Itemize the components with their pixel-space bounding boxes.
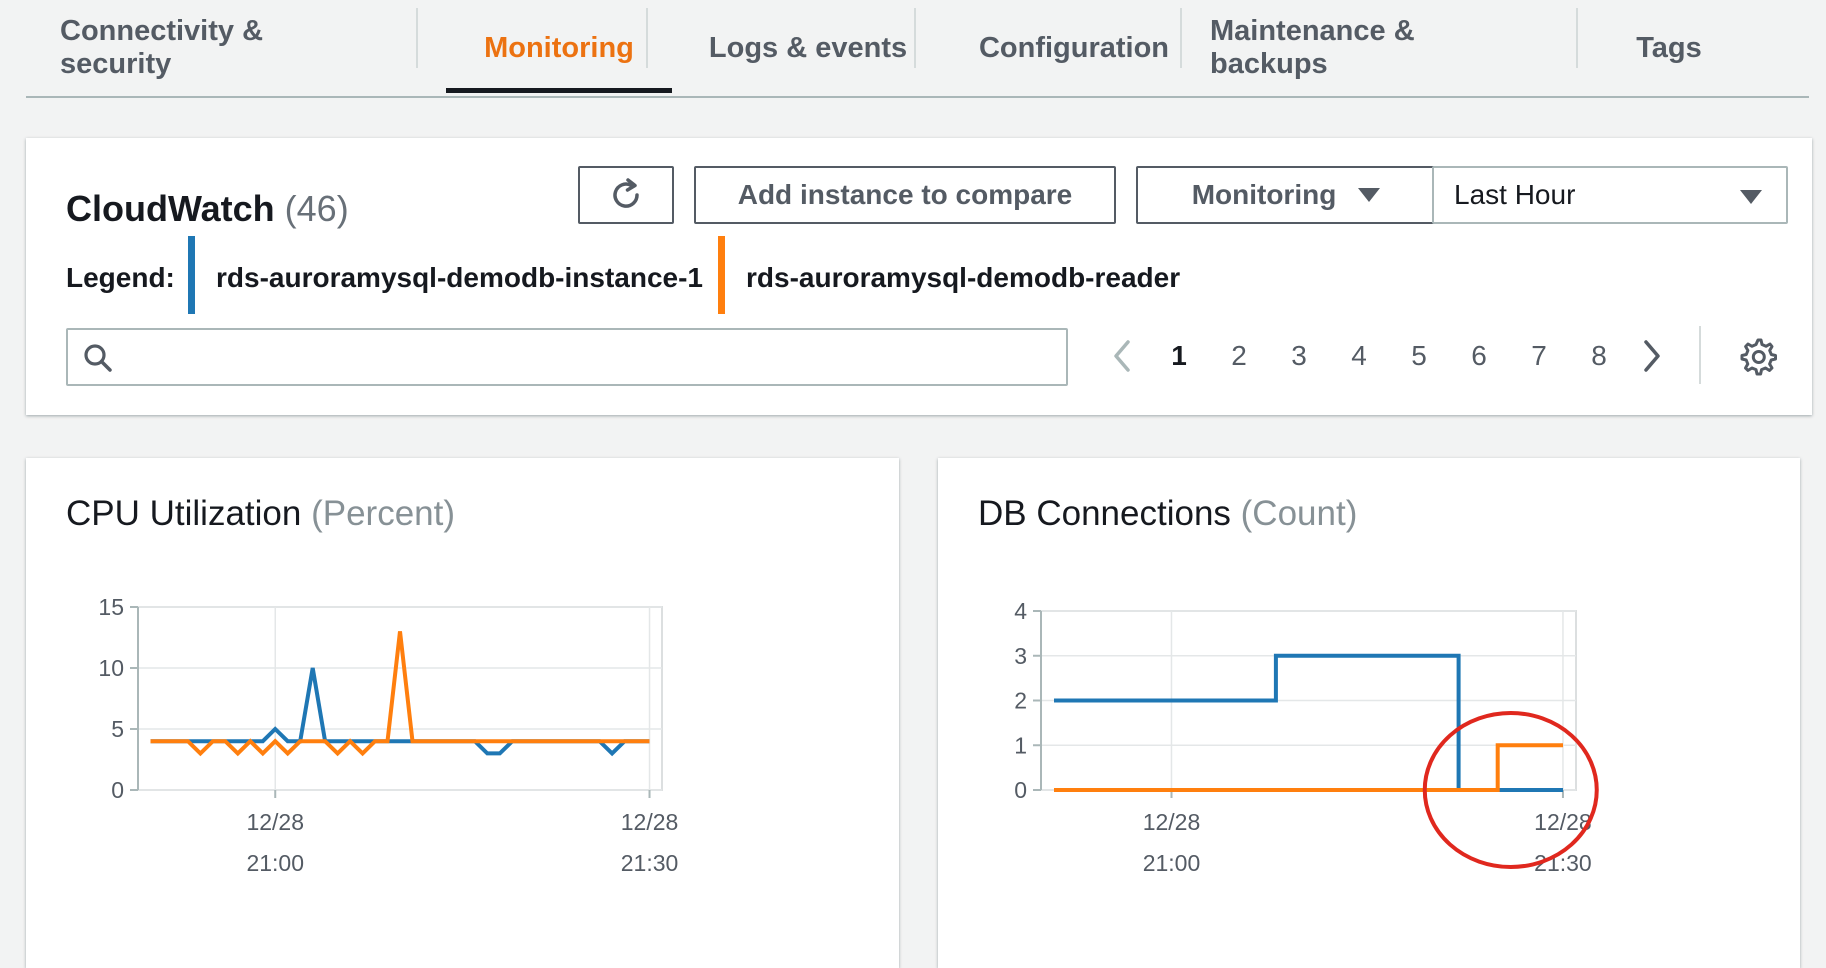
legend-name-instance-1: rds-auroramysql-demodb-instance-1 [216, 262, 703, 293]
db-connections-widget: DB Connections (Count) 0 1 2 3 4 12/28 21:00 12… [938, 458, 1800, 968]
search-icon [84, 344, 112, 372]
caret-down-icon [1358, 188, 1381, 202]
tab-configuration[interactable]: Configuration [944, 0, 1204, 96]
page-5[interactable]: 5 [1399, 340, 1439, 372]
y-tick-label: 4 [1014, 598, 1027, 624]
tab-divider [416, 8, 418, 68]
x-tick-label-date: 12/28 [621, 809, 679, 835]
x-tick-label-time: 21:00 [246, 850, 304, 876]
add-instance-to-compare-button[interactable]: Add instance to compare [694, 166, 1116, 224]
x-tick-label-time: 21:30 [621, 850, 679, 876]
page-6[interactable]: 6 [1459, 340, 1499, 372]
page-7[interactable]: 7 [1519, 340, 1559, 372]
legend-swatch-instance-1 [188, 236, 195, 314]
series-line-2 [150, 631, 650, 757]
y-tick-label: 1 [1014, 732, 1027, 758]
tab-logs-events[interactable]: Logs & events [676, 0, 940, 96]
y-tick-label: 2 [1014, 688, 1027, 714]
series-line-2 [1054, 743, 1563, 792]
page-3[interactable]: 3 [1279, 340, 1319, 372]
legend-label: Legend: [66, 262, 175, 293]
legend-swatch-reader [718, 236, 725, 314]
monitoring-dropdown[interactable]: Monitoring [1136, 166, 1436, 224]
chevron-left-icon[interactable] [1108, 336, 1138, 376]
tab-divider [914, 8, 916, 68]
tab-tags[interactable]: Tags [1606, 0, 1732, 96]
metric-count: (46) [284, 188, 349, 229]
add-instance-to-compare-label: Add instance to compare [737, 179, 1073, 210]
monitoring-dropdown-label: Monitoring [1191, 179, 1337, 210]
page-8[interactable]: 8 [1579, 340, 1619, 372]
caret-down-icon [1740, 190, 1762, 204]
cloudwatch-title: CloudWatch (46) [66, 188, 349, 230]
series-line-1 [1054, 653, 1563, 792]
page-4[interactable]: 4 [1339, 340, 1379, 372]
page-1[interactable]: 1 [1159, 340, 1199, 372]
search-input[interactable] [128, 336, 1052, 378]
tab-divider [646, 8, 648, 68]
y-tick-label: 0 [111, 777, 124, 803]
time-range-value: Last Hour [1454, 179, 1576, 210]
cloudwatch-title-text: CloudWatch [66, 188, 275, 229]
active-tab-indicator [446, 88, 672, 93]
y-tick-label: 5 [111, 716, 124, 742]
legend-name-reader: rds-auroramysql-demodb-reader [746, 262, 1181, 293]
y-tick-label: 0 [1014, 777, 1027, 803]
pagination-divider [1699, 326, 1701, 384]
tab-bar: Connectivity & security Monitoring Logs … [26, 0, 1809, 98]
cpu-utilization-widget: CPU Utilization (Percent) 0 5 10 15 12/28 21:… [26, 458, 899, 968]
tab-connectivity-security[interactable]: Connectivity & security [60, 0, 372, 96]
y-tick-label: 3 [1014, 643, 1027, 669]
time-range-select[interactable]: Last Hour [1432, 166, 1788, 224]
y-tick-label: 15 [98, 594, 124, 620]
x-tick-label-date: 12/28 [1143, 809, 1201, 835]
chevron-right-icon[interactable] [1636, 336, 1666, 376]
refresh-icon [613, 178, 639, 208]
gear-icon[interactable] [1738, 336, 1778, 376]
y-tick-label: 10 [98, 655, 124, 681]
tab-maintenance-backups[interactable]: Maintenance & backups [1210, 0, 1540, 96]
refresh-button[interactable] [578, 166, 674, 224]
page-2[interactable]: 2 [1219, 340, 1259, 372]
tab-divider [1576, 8, 1578, 68]
x-tick-label-time: 21:00 [1143, 850, 1201, 876]
cpu-utilization-chart: 0 5 10 15 12/28 21:00 12/28 21:30 [98, 594, 679, 876]
db-connections-chart: 0123412/2821:0012/2821:30 [1014, 598, 1599, 876]
x-tick-label-date: 12/28 [246, 809, 304, 835]
tab-monitoring[interactable]: Monitoring [446, 0, 672, 96]
metric-search-field[interactable] [66, 328, 1068, 386]
tab-divider [1180, 8, 1182, 68]
cloudwatch-panel: CloudWatch (46) Add instance to compare … [26, 138, 1812, 415]
